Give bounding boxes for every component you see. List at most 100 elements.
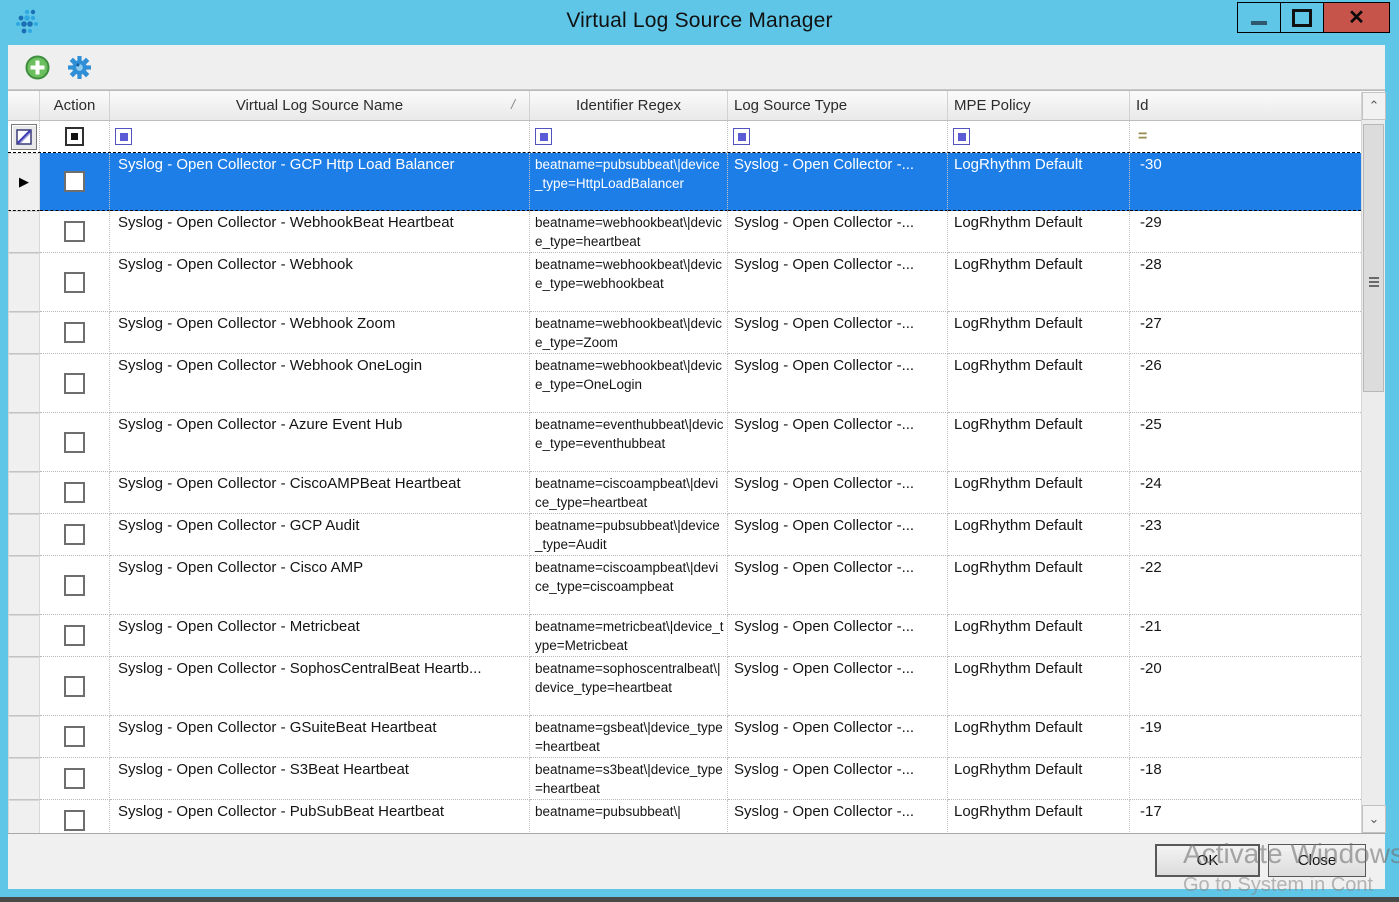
filter-name-cell[interactable] bbox=[110, 121, 530, 152]
table-row[interactable]: ▶ Syslog - Open Collector - Azure Event … bbox=[8, 413, 1385, 472]
log-source-type-cell[interactable]: Syslog - Open Collector -... bbox=[728, 253, 948, 312]
id-cell[interactable]: -24 bbox=[1130, 472, 1361, 514]
row-checkbox[interactable] bbox=[64, 322, 85, 343]
header-virtual-log-source-name[interactable]: Virtual Log Source Name / bbox=[110, 91, 530, 121]
filter-policy-cell[interactable] bbox=[948, 121, 1130, 152]
mpe-policy-cell[interactable]: LogRhythm Default bbox=[948, 413, 1130, 472]
table-row[interactable]: ▶ Syslog - Open Collector - Webhook OneL… bbox=[8, 354, 1385, 413]
id-cell[interactable]: -29 bbox=[1130, 211, 1361, 253]
mpe-policy-cell[interactable]: LogRhythm Default bbox=[948, 354, 1130, 413]
action-cell[interactable] bbox=[40, 657, 110, 716]
mpe-policy-cell[interactable]: LogRhythm Default bbox=[948, 514, 1130, 556]
row-checkbox[interactable] bbox=[64, 221, 85, 242]
table-row[interactable]: ▶ Syslog - Open Collector - PubSubBeat H… bbox=[8, 800, 1385, 834]
row-selector-cell[interactable]: ▶ bbox=[8, 758, 40, 800]
row-selector-cell[interactable]: ▶ bbox=[8, 354, 40, 413]
log-source-type-cell[interactable]: Syslog - Open Collector -... bbox=[728, 800, 948, 834]
action-cell[interactable] bbox=[40, 556, 110, 615]
table-row[interactable]: ▶ Syslog - Open Collector - GSuiteBeat H… bbox=[8, 716, 1385, 758]
table-row[interactable]: ▶ Syslog - Open Collector - SophosCentra… bbox=[8, 657, 1385, 716]
action-cell[interactable] bbox=[40, 758, 110, 800]
mpe-policy-cell[interactable]: LogRhythm Default bbox=[948, 716, 1130, 758]
ok-button[interactable]: OK bbox=[1155, 844, 1260, 877]
row-selector-cell[interactable]: ▶ bbox=[8, 800, 40, 834]
identifier-regex-cell[interactable]: beatname=gsbeat\|device_type=heartbeat bbox=[530, 716, 728, 758]
virtual-log-source-name-cell[interactable]: Syslog - Open Collector - SophosCentralB… bbox=[110, 657, 530, 716]
table-row[interactable]: ▶ Syslog - Open Collector - Cisco AMP be… bbox=[8, 556, 1385, 615]
row-checkbox[interactable] bbox=[64, 171, 85, 192]
virtual-log-source-name-cell[interactable]: Syslog - Open Collector - Webhook bbox=[110, 253, 530, 312]
table-row[interactable]: ▶ Syslog - Open Collector - Webhook Zoom… bbox=[8, 312, 1385, 354]
row-selector-cell[interactable]: ▶ bbox=[8, 657, 40, 716]
identifier-regex-cell[interactable]: beatname=webhookbeat\|device_type=Zoom bbox=[530, 312, 728, 354]
table-row[interactable]: ▶ Syslog - Open Collector - WebhookBeat … bbox=[8, 211, 1385, 253]
log-source-type-cell[interactable]: Syslog - Open Collector -... bbox=[728, 354, 948, 413]
virtual-log-source-name-cell[interactable]: Syslog - Open Collector - GCP Http Load … bbox=[110, 153, 530, 211]
virtual-log-source-name-cell[interactable]: Syslog - Open Collector - Webhook OneLog… bbox=[110, 354, 530, 413]
mpe-policy-cell[interactable]: LogRhythm Default bbox=[948, 153, 1130, 211]
scrollbar-thumb[interactable] bbox=[1363, 124, 1384, 392]
log-source-type-cell[interactable]: Syslog - Open Collector -... bbox=[728, 413, 948, 472]
row-checkbox[interactable] bbox=[64, 676, 85, 697]
mpe-policy-cell[interactable]: LogRhythm Default bbox=[948, 556, 1130, 615]
action-cell[interactable] bbox=[40, 472, 110, 514]
row-selector-cell[interactable]: ▶ bbox=[8, 253, 40, 312]
row-checkbox[interactable] bbox=[64, 373, 85, 394]
type-filter-icon[interactable] bbox=[733, 128, 750, 145]
identifier-regex-cell[interactable]: beatname=ciscoampbeat\|device_type=heart… bbox=[530, 472, 728, 514]
log-source-type-cell[interactable]: Syslog - Open Collector -... bbox=[728, 153, 948, 211]
add-button[interactable] bbox=[24, 54, 50, 80]
row-checkbox[interactable] bbox=[64, 768, 85, 789]
identifier-regex-cell[interactable]: beatname=webhookbeat\|device_type=OneLog… bbox=[530, 354, 728, 413]
virtual-log-source-name-cell[interactable]: Syslog - Open Collector - Metricbeat bbox=[110, 615, 530, 657]
scroll-down-button[interactable]: ⌄ bbox=[1362, 805, 1386, 833]
row-checkbox[interactable] bbox=[64, 575, 85, 596]
action-cell[interactable] bbox=[40, 716, 110, 758]
row-selector-cell[interactable]: ▶ bbox=[8, 472, 40, 514]
filter-id-cell[interactable]: = bbox=[1130, 121, 1361, 152]
id-cell[interactable]: -25 bbox=[1130, 413, 1361, 472]
virtual-log-source-name-cell[interactable]: Syslog - Open Collector - PubSubBeat Hea… bbox=[110, 800, 530, 834]
row-selector-cell[interactable]: ▶ bbox=[8, 153, 40, 211]
log-source-type-cell[interactable]: Syslog - Open Collector -... bbox=[728, 312, 948, 354]
row-selector-cell[interactable]: ▶ bbox=[8, 312, 40, 354]
action-filter-checkbox[interactable] bbox=[65, 127, 84, 146]
filter-regex-cell[interactable] bbox=[530, 121, 728, 152]
close-window-button[interactable]: ✕ bbox=[1323, 2, 1390, 33]
row-checkbox[interactable] bbox=[64, 625, 85, 646]
row-selector-cell[interactable]: ▶ bbox=[8, 211, 40, 253]
policy-filter-icon[interactable] bbox=[953, 128, 970, 145]
action-cell[interactable] bbox=[40, 514, 110, 556]
action-cell[interactable] bbox=[40, 615, 110, 657]
header-mpe-policy[interactable]: MPE Policy bbox=[948, 91, 1130, 121]
row-selector-cell[interactable]: ▶ bbox=[8, 615, 40, 657]
id-cell[interactable]: -23 bbox=[1130, 514, 1361, 556]
header-action[interactable]: Action bbox=[40, 91, 110, 121]
virtual-log-source-name-cell[interactable]: Syslog - Open Collector - Webhook Zoom bbox=[110, 312, 530, 354]
filter-type-cell[interactable] bbox=[728, 121, 948, 152]
header-log-source-type[interactable]: Log Source Type bbox=[728, 91, 948, 121]
log-source-type-cell[interactable]: Syslog - Open Collector -... bbox=[728, 472, 948, 514]
log-source-type-cell[interactable]: Syslog - Open Collector -... bbox=[728, 211, 948, 253]
virtual-log-source-name-cell[interactable]: Syslog - Open Collector - Cisco AMP bbox=[110, 556, 530, 615]
identifier-regex-cell[interactable]: beatname=metricbeat\|device_type=Metricb… bbox=[530, 615, 728, 657]
action-cell[interactable] bbox=[40, 800, 110, 834]
log-source-type-cell[interactable]: Syslog - Open Collector -... bbox=[728, 556, 948, 615]
virtual-log-source-name-cell[interactable]: Syslog - Open Collector - WebhookBeat He… bbox=[110, 211, 530, 253]
id-cell[interactable]: -21 bbox=[1130, 615, 1361, 657]
log-source-type-cell[interactable]: Syslog - Open Collector -... bbox=[728, 615, 948, 657]
log-source-type-cell[interactable]: Syslog - Open Collector -... bbox=[728, 758, 948, 800]
virtual-log-source-name-cell[interactable]: Syslog - Open Collector - Azure Event Hu… bbox=[110, 413, 530, 472]
id-cell[interactable]: -20 bbox=[1130, 657, 1361, 716]
row-checkbox[interactable] bbox=[64, 726, 85, 747]
mpe-policy-cell[interactable]: LogRhythm Default bbox=[948, 615, 1130, 657]
identifier-regex-cell[interactable]: beatname=webhookbeat\|device_type=heartb… bbox=[530, 211, 728, 253]
row-checkbox[interactable] bbox=[64, 482, 85, 503]
id-cell[interactable]: -28 bbox=[1130, 253, 1361, 312]
virtual-log-source-name-cell[interactable]: Syslog - Open Collector - S3Beat Heartbe… bbox=[110, 758, 530, 800]
row-selector-cell[interactable]: ▶ bbox=[8, 413, 40, 472]
table-row[interactable]: ▶ Syslog - Open Collector - S3Beat Heart… bbox=[8, 758, 1385, 800]
table-row[interactable]: ▶ Syslog - Open Collector - GCP Audit be… bbox=[8, 514, 1385, 556]
identifier-regex-cell[interactable]: beatname=pubsubbeat\| bbox=[530, 800, 728, 834]
mpe-policy-cell[interactable]: LogRhythm Default bbox=[948, 800, 1130, 834]
